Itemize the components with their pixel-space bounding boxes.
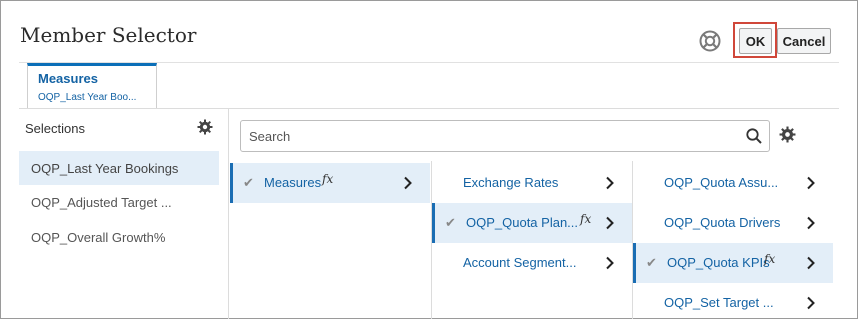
selection-item[interactable]: OQP_Last Year Bookings: [19, 151, 219, 185]
chevron-right-icon[interactable]: [806, 216, 815, 230]
check-icon: ✔: [646, 255, 657, 270]
ok-button[interactable]: OK: [739, 28, 772, 54]
member-label: Measures: [264, 175, 322, 190]
selection-item[interactable]: OQP_Adjusted Target ...: [19, 185, 219, 219]
member-label: Account Segment...: [463, 255, 577, 270]
dialog-title: Member Selector: [20, 23, 197, 47]
member-label: OQP_Quota Drivers: [664, 215, 781, 230]
tab-title: Measures: [38, 71, 98, 86]
gear-icon[interactable]: [197, 119, 213, 135]
tab-measures[interactable]: Measures OQP_Last Year Boo...: [27, 63, 157, 108]
formula-fx-icon: fx: [580, 212, 592, 226]
search-icon[interactable]: [745, 127, 763, 145]
chevron-right-icon[interactable]: [403, 176, 412, 190]
cancel-button[interactable]: Cancel: [777, 28, 831, 54]
member-column-3: OQP_Quota Assu... OQP_Quota Drivers ✔ OQ…: [632, 161, 833, 319]
search-placeholder: Search: [249, 129, 291, 144]
chevron-right-icon[interactable]: [806, 176, 815, 190]
chevron-right-icon[interactable]: [806, 296, 815, 310]
member-item-exchange-rates[interactable]: Exchange Rates: [432, 163, 632, 203]
member-item-quota-drivers[interactable]: OQP_Quota Drivers: [633, 203, 833, 243]
search-input[interactable]: Search: [240, 120, 770, 152]
chevron-right-icon[interactable]: [605, 256, 614, 270]
member-selector-dialog: Member Selector OK Cancel Measures OQP_L…: [0, 0, 858, 319]
member-item-quota-plan[interactable]: ✔ OQP_Quota Plan... fx: [432, 203, 632, 243]
selections-header: Selections: [25, 121, 85, 136]
member-item-quota-assumptions[interactable]: OQP_Quota Assu...: [633, 163, 833, 203]
member-column-2: Exchange Rates ✔ OQP_Quota Plan... fx Ac…: [431, 161, 632, 319]
chevron-right-icon[interactable]: [605, 176, 614, 190]
member-item-set-target[interactable]: OQP_Set Target ...: [633, 283, 833, 319]
member-label: Exchange Rates: [463, 175, 559, 190]
chevron-right-icon[interactable]: [605, 216, 614, 230]
formula-fx-icon: fx: [764, 252, 776, 266]
chevron-right-icon[interactable]: [806, 256, 815, 270]
member-label: OQP_Quota Plan...: [466, 215, 579, 230]
help-lifebuoy-icon[interactable]: [699, 30, 721, 52]
selection-item[interactable]: OQP_Overall Growth%: [19, 220, 219, 254]
member-item-measures[interactable]: ✔ Measures fx: [230, 163, 430, 203]
member-item-quota-kpis[interactable]: ✔ OQP_Quota KPIs fx: [633, 243, 833, 283]
check-icon: ✔: [445, 215, 456, 230]
member-label: OQP_Set Target ...: [664, 295, 774, 310]
selections-panel: Selections OQP_Last Year Bookings OQP_Ad…: [19, 109, 229, 319]
member-item-account-segment[interactable]: Account Segment...: [432, 243, 632, 283]
tab-subtitle: OQP_Last Year Boo...: [38, 92, 137, 103]
member-column-1: ✔ Measures fx: [230, 161, 430, 319]
gear-icon[interactable]: [779, 126, 796, 143]
formula-fx-icon: fx: [322, 172, 334, 186]
member-label: OQP_Quota Assu...: [664, 175, 779, 190]
member-label: OQP_Quota KPIs: [667, 255, 770, 270]
check-icon: ✔: [243, 175, 254, 190]
